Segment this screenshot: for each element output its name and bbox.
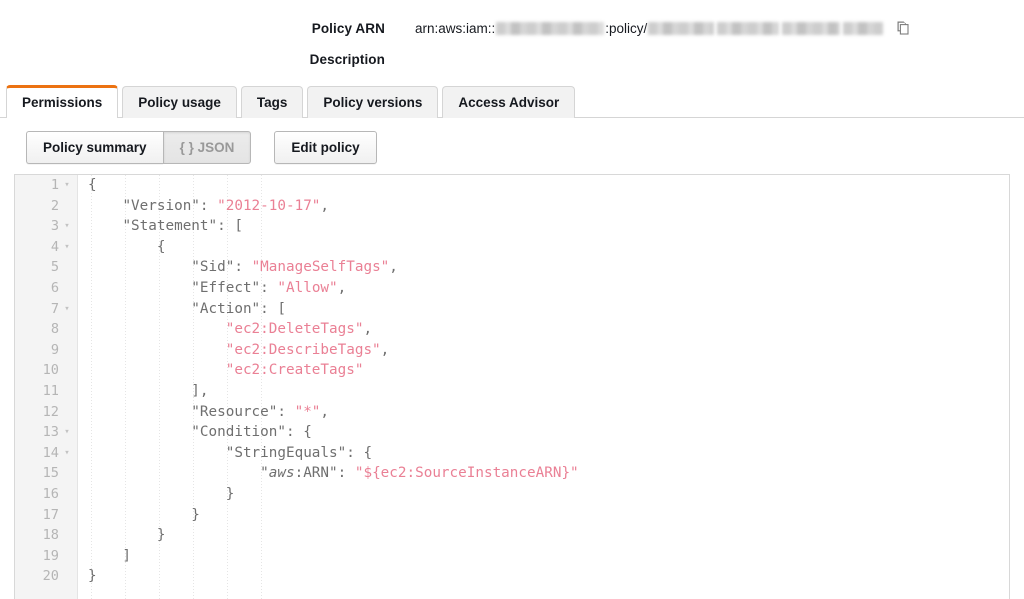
redacted-policy-name-part-4 [843,21,884,35]
line-number: 13 ▾ [15,422,77,443]
description-label: Description [309,51,385,67]
tab-access-advisor[interactable]: Access Advisor [442,86,576,118]
policy-arn-prefix: arn:aws:iam:: [415,20,496,36]
policy-summary-button[interactable]: Policy summary [26,131,163,164]
code-line: "Version": "2012-10-17", [122,197,330,214]
editor-toolbar: Policy summary { } JSON Edit policy [26,131,377,164]
fold-toggle-icon[interactable]: ▾ [62,237,72,258]
line-number: 14 ▾ [15,443,77,464]
line-number: 20 [42,568,59,585]
code-line: "StringEquals": { [225,444,373,461]
code-line: } [88,506,200,523]
code-line: "aws:ARN": "${ec2:SourceInstanceARN}" [260,465,579,482]
code-line: "Resource": "*", [191,403,330,420]
policy-arn-value: arn:aws:iam:::policy/ [415,20,911,36]
json-view-button[interactable]: { } JSON [162,131,252,164]
line-number: 15 [42,465,59,482]
line-number: 17 [42,506,59,523]
line-number: 12 [42,403,59,420]
tab-list: Permissions Policy usage Tags Policy ver… [6,85,576,119]
policy-arn-mid: :policy/ [605,20,648,36]
line-number: 18 [42,527,59,544]
policy-json-editor[interactable]: 1 ▾ 2 3 ▾ 4 ▾ 5 6 7 ▾ 8 9 10 11 12 13 ▾ 14 ▾ 15 16 17 18 19 20 { … [14,174,1010,599]
editor-code-area[interactable]: { "Version": "2012-10-17", "Statement": … [78,175,1009,599]
fold-toggle-icon[interactable]: ▾ [62,216,72,237]
view-mode-toggle: Policy summary { } JSON [26,131,252,164]
code-line: { [88,238,166,255]
code-line: "ec2:DeleteTags", [225,321,373,338]
code-line: ] [88,547,132,564]
editor-gutter: 1 ▾ 2 3 ▾ 4 ▾ 5 6 7 ▾ 8 9 10 11 12 13 ▾ 14 ▾ 15 16 17 18 19 20 [15,175,78,599]
line-number: 19 [42,547,59,564]
line-number: 7 ▾ [15,299,77,320]
fold-toggle-icon[interactable]: ▾ [62,299,72,320]
tab-permissions-label: Permissions [22,95,103,110]
fold-toggle-icon[interactable]: ▾ [62,443,72,464]
line-number: 11 [42,382,59,399]
fold-toggle-icon[interactable]: ▾ [62,422,72,443]
tab-policy-usage[interactable]: Policy usage [122,86,237,118]
tab-tags[interactable]: Tags [240,86,304,118]
line-number: 10 [42,362,59,379]
code-line: "Sid": "ManageSelfTags", [191,259,398,276]
line-number: 2 [50,197,59,214]
code-line: "Condition": { [191,424,312,441]
code-line: "Statement": [ [122,218,243,235]
tab-strip: Permissions Policy usage Tags Policy ver… [0,84,1024,119]
code-line: } [88,527,166,544]
edit-policy-button[interactable]: Edit policy [274,131,377,164]
policy-arn-label: Policy ARN [311,20,385,36]
code-line: "ec2:DescribeTags", [225,341,390,358]
tab-policy-usage-label: Policy usage [138,95,221,110]
description-row: Description [0,44,1024,74]
tab-policy-versions-label: Policy versions [323,95,423,110]
line-number: 4 ▾ [15,237,77,258]
code-line: } [88,485,235,502]
redacted-policy-name-part-1 [648,21,715,35]
copy-icon[interactable] [895,20,911,36]
redacted-policy-name-part-2 [717,21,780,35]
redacted-policy-name-part-3 [782,21,841,35]
line-number: 6 [50,279,59,296]
code-line: "Effect": "Allow", [191,279,347,296]
line-number: 3 ▾ [15,216,77,237]
redacted-account-id [496,21,605,35]
line-number: 9 [50,341,59,358]
code-line: "ec2:CreateTags" [225,362,364,379]
code-line: "Action": [ [191,300,286,317]
fold-toggle-icon[interactable]: ▾ [62,175,72,196]
code-line: } [88,568,97,585]
policy-arn-row: Policy ARN arn:aws:iam:::policy/ [0,13,1024,43]
policy-detail-page: Policy ARN arn:aws:iam:::policy/ Descrip… [0,0,1024,599]
tab-tags-label: Tags [256,95,288,110]
tab-policy-versions[interactable]: Policy versions [307,86,439,118]
line-number: 1 ▾ [15,175,77,196]
tab-access-advisor-label: Access Advisor [458,95,560,110]
line-number: 16 [42,485,59,502]
code-line: ], [88,382,209,399]
tab-permissions[interactable]: Permissions [6,85,119,119]
line-number: 5 [50,259,59,276]
line-number: 8 [50,321,59,338]
code-line: { [88,177,97,193]
